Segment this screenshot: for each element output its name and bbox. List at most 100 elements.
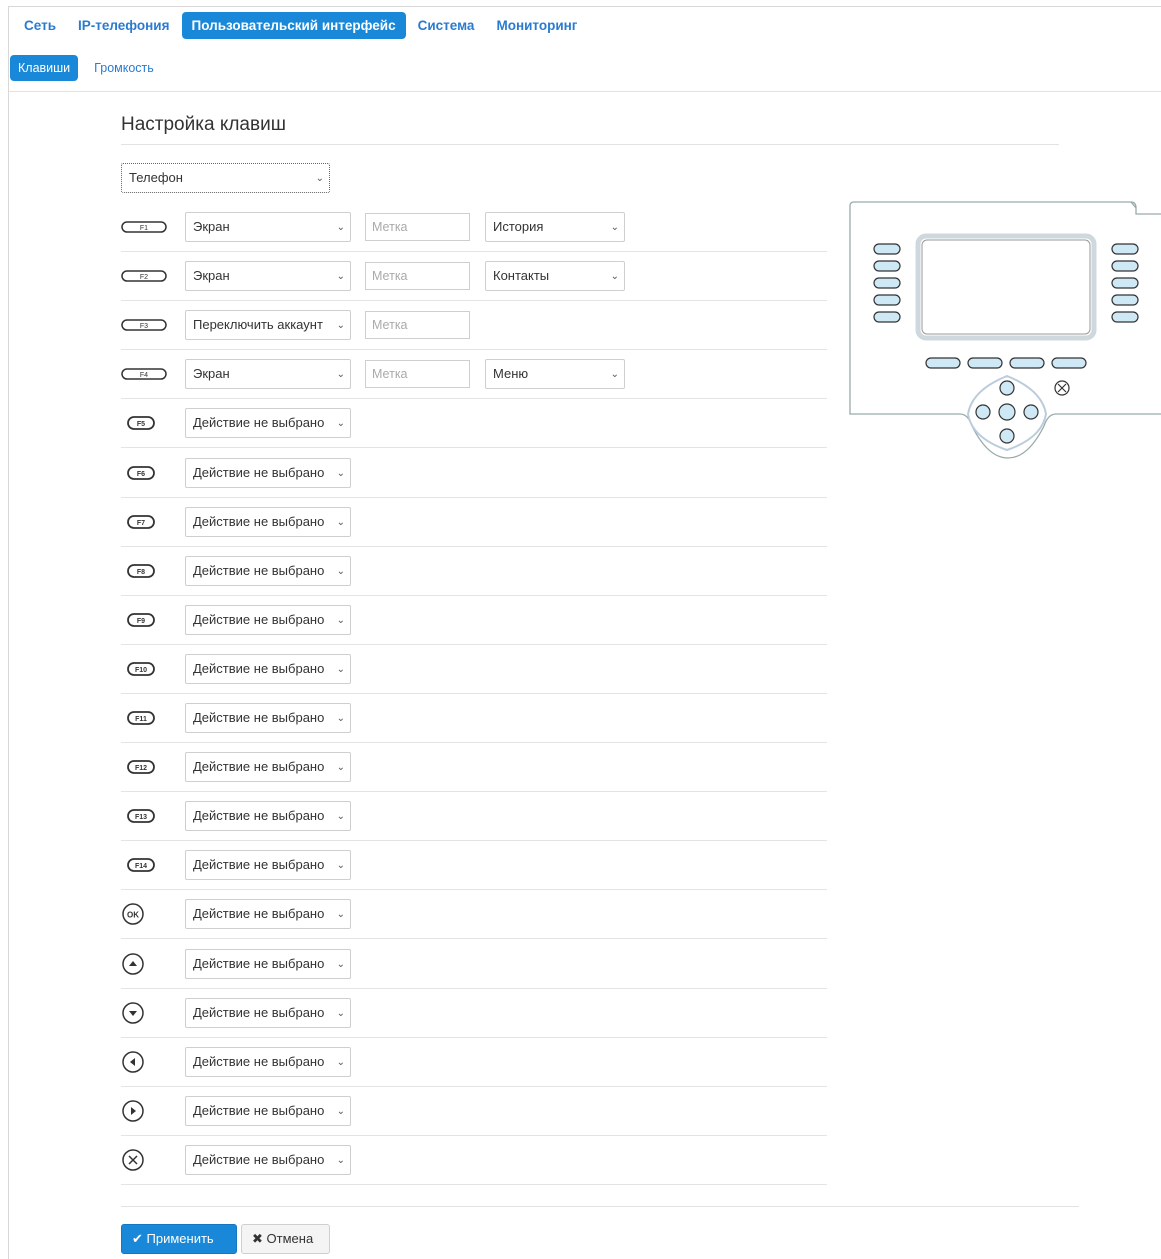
svg-text:F10: F10	[135, 667, 147, 674]
key-f1-icon: F1	[121, 215, 167, 242]
row-divider	[121, 889, 827, 890]
page-frame	[8, 6, 1161, 1259]
action-select[interactable]: Действие не выбрано ⌄	[185, 556, 351, 586]
chevron-down-icon: ⌄	[336, 418, 345, 429]
action-select-value: Экран	[193, 268, 230, 283]
row-divider	[121, 938, 827, 939]
divider	[121, 1206, 1079, 1207]
svg-text:F11: F11	[135, 716, 147, 723]
key-f4-icon: F4	[121, 362, 167, 389]
key-f11-icon: F11	[121, 706, 161, 733]
target-select[interactable]: История ⌄	[485, 212, 625, 242]
action-select[interactable]: Действие не выбрано ⌄	[185, 408, 351, 438]
svg-text:F2: F2	[140, 274, 148, 281]
cancel-button[interactable]: ✖ Отмена	[241, 1224, 330, 1254]
svg-text:F4: F4	[140, 372, 148, 379]
chevron-down-icon: ⌄	[336, 222, 345, 233]
action-select[interactable]: Действие не выбрано ⌄	[185, 801, 351, 831]
action-select[interactable]: Действие не выбрано ⌄	[185, 1096, 351, 1126]
target-select[interactable]: Меню ⌄	[485, 359, 625, 389]
svg-text:F3: F3	[140, 323, 148, 330]
label-input[interactable]: Метка	[365, 311, 470, 339]
chevron-down-icon: ⌄	[336, 909, 345, 920]
action-select-value: Экран	[193, 219, 230, 234]
tab-network[interactable]: Сеть	[14, 12, 66, 39]
action-select[interactable]: Переключить аккаунт ⌄	[185, 310, 351, 340]
row-divider	[121, 595, 827, 596]
row-divider	[121, 840, 827, 841]
svg-text:F13: F13	[135, 814, 147, 821]
svg-text:OK: OK	[127, 911, 139, 920]
tab-monitoring[interactable]: Мониторинг	[486, 12, 587, 39]
key-f14-icon: F14	[121, 853, 161, 880]
cancel-label: Отмена	[266, 1231, 314, 1246]
svg-text:F6: F6	[137, 471, 145, 478]
label-input[interactable]: Метка	[365, 360, 470, 388]
action-select[interactable]: Действие не выбрано ⌄	[185, 1047, 351, 1077]
row-divider	[121, 447, 827, 448]
row-divider	[121, 1037, 827, 1038]
key-f3-icon: F3	[121, 313, 167, 340]
row-divider	[121, 398, 827, 399]
chevron-down-icon: ⌄	[610, 222, 619, 233]
row-divider	[121, 1184, 827, 1185]
key-down-icon	[121, 1001, 145, 1028]
action-select[interactable]: Экран ⌄	[185, 212, 351, 242]
key-f8-icon: F8	[121, 559, 161, 586]
key-f2-icon: F2	[121, 264, 167, 291]
action-select[interactable]: Действие не выбрано ⌄	[185, 654, 351, 684]
chevron-down-icon: ⌄	[336, 811, 345, 822]
row-divider	[121, 742, 827, 743]
chevron-down-icon: ⌄	[336, 517, 345, 528]
keycaps	[873, 243, 1139, 452]
action-select[interactable]: Действие не выбрано ⌄	[185, 605, 351, 635]
top-nav: Сеть IP-телефония Пользовательский интер…	[14, 12, 587, 39]
action-select-value: Действие не выбрано	[193, 465, 325, 480]
device-select[interactable]: Телефон ⌄	[121, 163, 330, 193]
chevron-down-icon: ⌄	[336, 320, 345, 331]
chevron-down-icon: ⌄	[336, 1155, 345, 1166]
row-divider	[121, 300, 827, 301]
subtab-volume[interactable]: Громкость	[86, 55, 162, 81]
action-select-value: Действие не выбрано	[193, 563, 325, 578]
page-title: Настройка клавиш	[121, 114, 286, 135]
svg-text:F14: F14	[135, 863, 147, 870]
action-select-value: Действие не выбрано	[193, 1005, 325, 1020]
chevron-down-icon: ⌄	[336, 615, 345, 626]
tab-system[interactable]: Система	[408, 12, 485, 39]
chevron-down-icon: ⌄	[610, 271, 619, 282]
target-select-value: Контакты	[493, 268, 550, 283]
action-select[interactable]: Действие не выбрано ⌄	[185, 899, 351, 929]
action-select[interactable]: Действие не выбрано ⌄	[185, 703, 351, 733]
action-select[interactable]: Действие не выбрано ⌄	[185, 752, 351, 782]
action-select-value: Действие не выбрано	[193, 661, 325, 676]
action-select-value: Действие не выбрано	[193, 906, 325, 921]
label-input[interactable]: Метка	[365, 262, 470, 290]
action-select-value: Действие не выбрано	[193, 514, 325, 529]
action-select[interactable]: Действие не выбрано ⌄	[185, 850, 351, 880]
key-right-icon	[121, 1099, 145, 1126]
action-select[interactable]: Действие не выбрано ⌄	[185, 949, 351, 979]
action-select[interactable]: Действие не выбрано ⌄	[185, 998, 351, 1028]
action-select[interactable]: Экран ⌄	[185, 261, 351, 291]
action-select[interactable]: Действие не выбрано ⌄	[185, 458, 351, 488]
action-select-value: Действие не выбрано	[193, 759, 325, 774]
apply-button[interactable]: ✔ Применить	[121, 1224, 237, 1254]
sub-nav: Клавиши Громкость	[10, 55, 162, 81]
action-select[interactable]: Действие не выбрано ⌄	[185, 507, 351, 537]
action-select[interactable]: Экран ⌄	[185, 359, 351, 389]
key-f7-icon: F7	[121, 510, 161, 537]
label-input[interactable]: Метка	[365, 213, 470, 241]
row-divider	[121, 251, 827, 252]
action-select[interactable]: Действие не выбрано ⌄	[185, 1145, 351, 1175]
key-f13-icon: F13	[121, 804, 161, 831]
svg-text:F7: F7	[137, 520, 145, 527]
key-f12-icon: F12	[121, 755, 161, 782]
tab-user-interface[interactable]: Пользовательский интерфейс	[181, 12, 406, 39]
close-icon: ✖	[252, 1231, 263, 1246]
subtab-keys[interactable]: Клавиши	[10, 55, 79, 81]
tab-ip-telephony[interactable]: IP-телефония	[68, 12, 180, 39]
row-divider	[121, 693, 827, 694]
device-select-value: Телефон	[129, 170, 183, 185]
target-select[interactable]: Контакты ⌄	[485, 261, 625, 291]
